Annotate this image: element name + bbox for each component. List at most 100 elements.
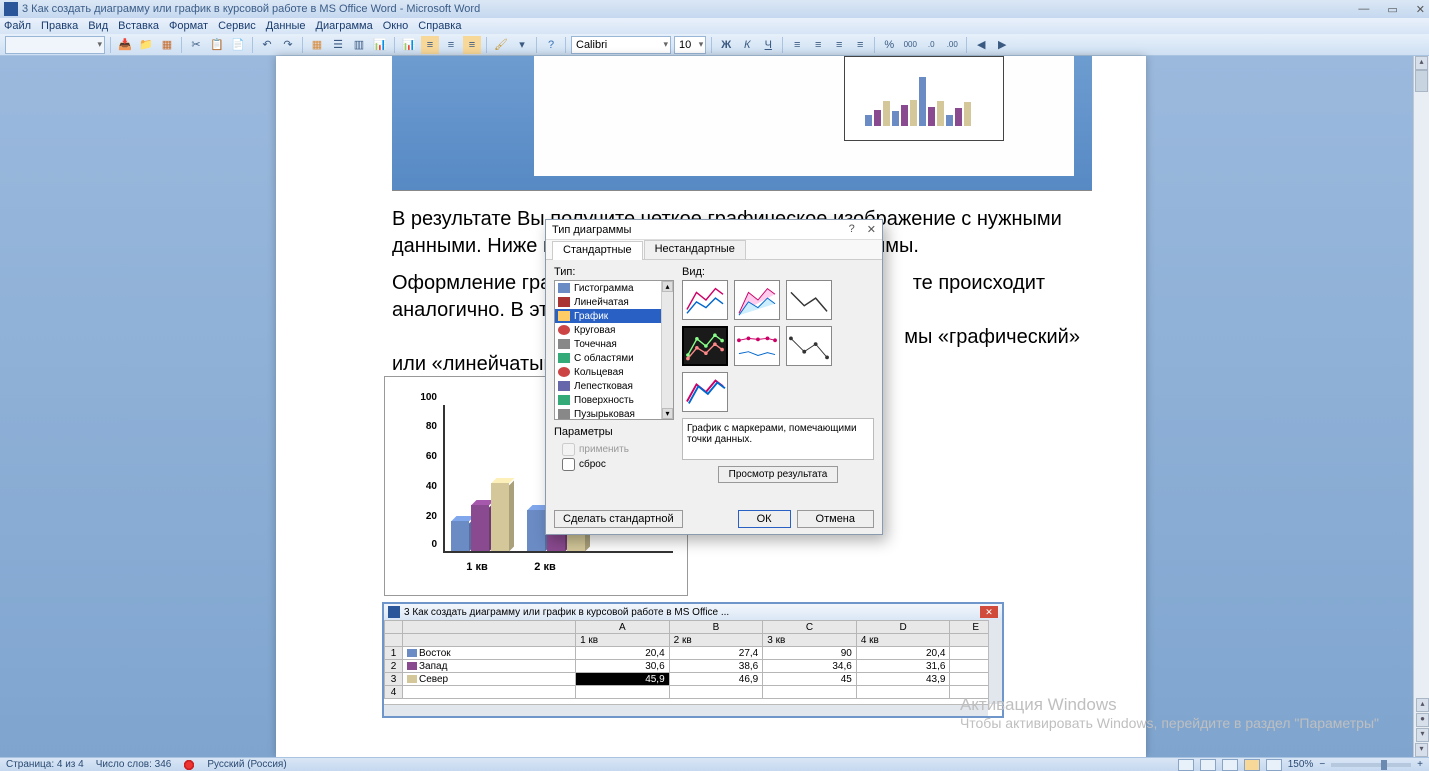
font-combo[interactable]: Calibri bbox=[571, 36, 671, 54]
menu-insert[interactable]: Вставка bbox=[118, 20, 159, 32]
view-outline-button[interactable] bbox=[1244, 759, 1260, 771]
subtype-3[interactable] bbox=[786, 280, 832, 320]
subtype-5[interactable] bbox=[734, 326, 780, 366]
reset-checkbox[interactable]: сброс bbox=[562, 457, 674, 472]
scroll-up-button[interactable]: ▴ bbox=[1415, 56, 1428, 70]
align-justify-icon[interactable]: ≡ bbox=[851, 36, 869, 54]
maximize-button[interactable]: ▭ bbox=[1387, 3, 1397, 16]
next-page-button[interactable]: ▾ bbox=[1416, 728, 1429, 742]
cols-icon[interactable]: ▥ bbox=[350, 36, 368, 54]
subtype-1[interactable] bbox=[682, 280, 728, 320]
view-draft-button[interactable] bbox=[1266, 759, 1282, 771]
word-icon bbox=[4, 2, 18, 16]
list-item: Линейчатая bbox=[555, 295, 673, 309]
italic-icon[interactable]: К bbox=[738, 36, 756, 54]
menu-window[interactable]: Окно bbox=[383, 20, 409, 32]
view-fullscreen-button[interactable] bbox=[1200, 759, 1216, 771]
table-icon[interactable]: ▦ bbox=[158, 36, 176, 54]
zoom-level[interactable]: 150% bbox=[1288, 759, 1314, 770]
view-print-button[interactable] bbox=[1178, 759, 1194, 771]
cancel-button[interactable]: Отмена bbox=[797, 510, 874, 528]
paste-icon[interactable]: 📄 bbox=[229, 36, 247, 54]
preview-button[interactable]: Просмотр результата bbox=[718, 466, 839, 483]
status-language[interactable]: Русский (Россия) bbox=[207, 759, 286, 770]
open-icon[interactable]: 📁 bbox=[137, 36, 155, 54]
zoom-slider[interactable] bbox=[1331, 763, 1411, 767]
tab-custom[interactable]: Нестандартные bbox=[644, 240, 746, 259]
align-left-icon[interactable]: ≡ bbox=[788, 36, 806, 54]
status-page[interactable]: Страница: 4 из 4 bbox=[6, 759, 84, 770]
paint-icon[interactable]: 🖌 bbox=[492, 36, 510, 54]
datasheet-hscrollbar[interactable] bbox=[384, 704, 988, 716]
menu-data[interactable]: Данные bbox=[266, 20, 306, 32]
import-icon[interactable]: 📥 bbox=[116, 36, 134, 54]
scroll-thumb[interactable] bbox=[1415, 70, 1428, 92]
rows-icon[interactable]: ☰ bbox=[329, 36, 347, 54]
size-combo[interactable]: 10 bbox=[674, 36, 706, 54]
close-button[interactable]: ✕ bbox=[1416, 3, 1425, 16]
menu-file[interactable]: Файл bbox=[4, 20, 31, 32]
style-combo[interactable] bbox=[5, 36, 105, 54]
align-center-icon[interactable]: ≡ bbox=[809, 36, 827, 54]
menu-format[interactable]: Формат bbox=[169, 20, 208, 32]
bold-icon[interactable]: Ж bbox=[717, 36, 735, 54]
datasheet-close-button[interactable]: ✕ bbox=[980, 606, 998, 618]
help-icon[interactable]: ? bbox=[542, 36, 560, 54]
apply-checkbox[interactable]: применить bbox=[562, 442, 674, 457]
subtype-6[interactable] bbox=[786, 326, 832, 366]
prev-page-button[interactable]: ▴ bbox=[1416, 698, 1429, 712]
inc-decimal-icon[interactable]: .0 bbox=[922, 36, 940, 54]
underline-icon[interactable]: Ч bbox=[759, 36, 777, 54]
dialog-close-button[interactable]: ✕ bbox=[867, 223, 876, 236]
vertical-scrollbar[interactable]: ▴ ▴ ● ▾ ▾ bbox=[1413, 56, 1429, 757]
dialog-titlebar[interactable]: Тип диаграммы ? ✕ bbox=[546, 220, 882, 240]
zoom-in-button[interactable]: + bbox=[1417, 759, 1423, 770]
tab-standard[interactable]: Стандартные bbox=[552, 241, 643, 260]
status-words[interactable]: Число слов: 346 bbox=[96, 759, 172, 770]
align-right-icon[interactable]: ≡ bbox=[830, 36, 848, 54]
browse-object-button[interactable]: ● bbox=[1416, 713, 1429, 727]
redo-icon[interactable]: ↷ bbox=[279, 36, 297, 54]
menu-chart[interactable]: Диаграмма bbox=[316, 20, 373, 32]
bars-icon[interactable]: 📊 bbox=[400, 36, 418, 54]
ok-button[interactable]: ОК bbox=[738, 510, 791, 528]
dialog-help-button[interactable]: ? bbox=[849, 223, 855, 236]
menu-help[interactable]: Справка bbox=[418, 20, 461, 32]
datasheet-vscrollbar[interactable] bbox=[988, 620, 1002, 704]
view-web-button[interactable] bbox=[1222, 759, 1238, 771]
grid-icon[interactable]: ▦ bbox=[308, 36, 326, 54]
chart-icon[interactable]: 📊 bbox=[371, 36, 389, 54]
scatter-icon bbox=[558, 339, 570, 349]
datasheet-window[interactable]: 3 Как создать диаграмму или график в кур… bbox=[382, 602, 1004, 718]
scroll-down-button[interactable]: ▾ bbox=[1415, 743, 1428, 757]
align-icon[interactable]: ≡ bbox=[421, 36, 439, 54]
thousands-icon[interactable]: 000 bbox=[901, 36, 919, 54]
list-item: Лепестковая bbox=[555, 379, 673, 393]
datasheet-titlebar[interactable]: 3 Как создать диаграмму или график в кур… bbox=[384, 604, 1002, 620]
chart-type-list[interactable]: Гистограмма Линейчатая График Круговая Т… bbox=[554, 280, 674, 420]
indent-left-icon[interactable]: ◀ bbox=[972, 36, 990, 54]
subtype-2[interactable] bbox=[734, 280, 780, 320]
cut-icon[interactable]: ✂ bbox=[187, 36, 205, 54]
undo-icon[interactable]: ↶ bbox=[258, 36, 276, 54]
make-default-button[interactable]: Сделать стандартной bbox=[554, 510, 683, 528]
type-list-scrollbar[interactable]: ▴ ▾ bbox=[661, 281, 673, 419]
align2-icon[interactable]: ≡ bbox=[442, 36, 460, 54]
zoom-out-button[interactable]: − bbox=[1319, 759, 1325, 770]
menu-view[interactable]: Вид bbox=[88, 20, 108, 32]
copy-icon[interactable]: 📋 bbox=[208, 36, 226, 54]
subtype-4-selected[interactable] bbox=[682, 326, 728, 366]
subtype-7[interactable] bbox=[682, 372, 728, 412]
spellcheck-icon[interactable] bbox=[183, 759, 195, 771]
minimize-button[interactable]: — bbox=[1358, 3, 1369, 16]
menu-edit[interactable]: Правка bbox=[41, 20, 78, 32]
drop-icon[interactable]: ▾ bbox=[513, 36, 531, 54]
dec-decimal-icon[interactable]: .00 bbox=[943, 36, 961, 54]
menu-service[interactable]: Сервис bbox=[218, 20, 256, 32]
percent-icon[interactable]: % bbox=[880, 36, 898, 54]
table-row: 1 Восток 20,427,4 9020,4 bbox=[385, 647, 1002, 660]
doughnut-icon bbox=[558, 367, 570, 377]
align3-icon[interactable]: ≡ bbox=[463, 36, 481, 54]
indent-right-icon[interactable]: ▶ bbox=[993, 36, 1011, 54]
datasheet-table[interactable]: AB CDE 1 кв2 кв 3 кв4 кв 1 Восток 20,427… bbox=[384, 620, 1002, 699]
